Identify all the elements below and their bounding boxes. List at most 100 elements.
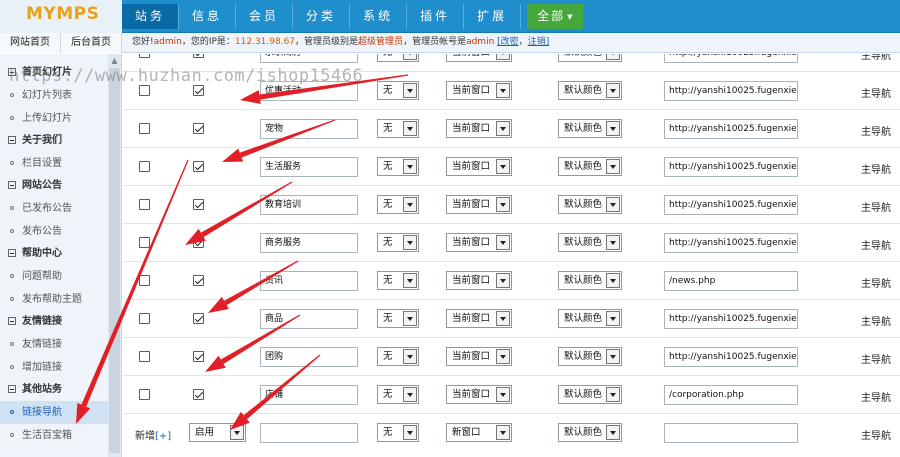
subtab-0[interactable]: 网站首页	[0, 33, 61, 53]
row-select-checkbox[interactable]	[139, 85, 150, 96]
link-url-input[interactable]: http://yanshi10025.fugenxie	[664, 157, 798, 177]
new-link-url-input[interactable]	[664, 423, 798, 443]
color-select[interactable]: 默认颜色	[558, 347, 622, 366]
sidebar-item[interactable]: 增加链接	[0, 356, 108, 379]
sidebar-group[interactable]: 其他站务	[0, 379, 108, 401]
link-url-input[interactable]: http://yanshi10025.fugenxie	[664, 233, 798, 253]
nav-all-button[interactable]: 全部 ▼	[527, 4, 583, 29]
link-name-input[interactable]: 宠物	[260, 119, 358, 139]
color-select[interactable]: 默认颜色	[558, 81, 622, 100]
nav-tab-1[interactable]: 信息	[179, 4, 237, 29]
row-select-checkbox[interactable]	[139, 389, 150, 400]
scrollbar-thumb[interactable]	[109, 68, 120, 453]
target-window-select[interactable]: 当前窗口	[446, 347, 512, 366]
new-color-select[interactable]: 默认颜色	[558, 423, 622, 442]
link-url-input[interactable]: /news.php	[664, 271, 798, 291]
target-window-select[interactable]: 当前窗口	[446, 233, 512, 252]
row-display-checkbox[interactable]	[193, 275, 204, 286]
link-name-input[interactable]: 教育培训	[260, 195, 358, 215]
open-style-select[interactable]: 无	[377, 81, 419, 100]
sidebar-item[interactable]: 已发布公告	[0, 197, 108, 220]
row-select-checkbox[interactable]	[139, 237, 150, 248]
link-url-input[interactable]: http://yanshi10025.fugenxie	[664, 195, 798, 215]
row-display-checkbox[interactable]	[193, 161, 204, 172]
nav-tab-0[interactable]: 站务	[122, 4, 180, 29]
link-name-input[interactable]: 商品	[260, 309, 358, 329]
open-style-select[interactable]: 无	[377, 119, 419, 138]
target-window-select[interactable]: 当前窗口	[446, 119, 512, 138]
row-display-checkbox[interactable]	[193, 313, 204, 324]
color-select[interactable]: 默认颜色	[558, 309, 622, 328]
row-select-checkbox[interactable]	[139, 313, 150, 324]
sidebar-group[interactable]: 帮助中心	[0, 243, 108, 265]
open-style-select[interactable]: 无	[377, 271, 419, 290]
sidebar-item[interactable]: 栏目设置	[0, 152, 108, 175]
new-link-name-input[interactable]	[260, 423, 358, 443]
color-select[interactable]: 默认颜色	[558, 385, 622, 404]
target-window-select[interactable]: 当前窗口	[446, 271, 512, 290]
row-display-checkbox[interactable]	[193, 389, 204, 400]
row-select-checkbox[interactable]	[139, 351, 150, 362]
sidebar-scrollbar[interactable]: ▲	[108, 54, 121, 457]
new-open-style-select[interactable]: 无	[377, 423, 419, 442]
sidebar-item[interactable]: 发布帮助主题	[0, 288, 108, 311]
row-display-checkbox[interactable]	[193, 199, 204, 210]
status-select[interactable]: 启用	[189, 423, 246, 442]
target-window-select[interactable]: 当前窗口	[446, 54, 512, 62]
link-url-input[interactable]: http://yanshi10025.fugenxie	[664, 54, 798, 63]
color-select[interactable]: 默认颜色	[558, 54, 622, 62]
nav-tab-3[interactable]: 分类	[293, 4, 351, 29]
sidebar-item[interactable]: 幻灯片列表	[0, 84, 108, 107]
nav-tab-6[interactable]: 扩展	[464, 4, 522, 29]
open-style-select[interactable]: 无	[377, 157, 419, 176]
open-style-select[interactable]: 无	[377, 54, 419, 62]
link-name-input[interactable]: 商务服务	[260, 233, 358, 253]
sidebar-group[interactable]: 关于我们	[0, 130, 108, 152]
link-name-input[interactable]: 优惠活动	[260, 81, 358, 101]
sidebar-item[interactable]: 上传幻灯片	[0, 107, 108, 130]
row-display-checkbox[interactable]	[193, 237, 204, 248]
row-display-checkbox[interactable]	[193, 54, 204, 58]
sidebar-group[interactable]: 网站公告	[0, 175, 108, 197]
change-password-link[interactable]: [改密	[497, 37, 519, 47]
open-style-select[interactable]: 无	[377, 347, 419, 366]
row-select-checkbox[interactable]	[139, 123, 150, 134]
target-window-select[interactable]: 当前窗口	[446, 309, 512, 328]
row-display-checkbox[interactable]	[193, 351, 204, 362]
link-url-input[interactable]: http://yanshi10025.fugenxie	[664, 119, 798, 139]
link-name-input[interactable]: 团购	[260, 347, 358, 367]
nav-tab-2[interactable]: 会员	[236, 4, 294, 29]
logout-link[interactable]: 注销]	[528, 37, 550, 47]
new-target-window-select[interactable]: 新窗口	[446, 423, 512, 442]
link-url-input[interactable]: http://yanshi10025.fugenxie	[664, 347, 798, 367]
nav-tab-5[interactable]: 插件	[407, 4, 465, 29]
color-select[interactable]: 默认颜色	[558, 157, 622, 176]
open-style-select[interactable]: 无	[377, 309, 419, 328]
target-window-select[interactable]: 当前窗口	[446, 385, 512, 404]
row-display-checkbox[interactable]	[193, 85, 204, 96]
target-window-select[interactable]: 当前窗口	[446, 157, 512, 176]
link-name-input[interactable]: 生活服务	[260, 157, 358, 177]
open-style-select[interactable]: 无	[377, 385, 419, 404]
link-url-input[interactable]: /corporation.php	[664, 385, 798, 405]
link-name-input[interactable]: 求职简历	[260, 54, 358, 63]
row-select-checkbox[interactable]	[139, 161, 150, 172]
sidebar-item[interactable]: 友情链接	[0, 333, 108, 356]
row-select-checkbox[interactable]	[139, 275, 150, 286]
scroll-up-icon[interactable]: ▲	[108, 54, 121, 68]
sidebar-group[interactable]: 友情链接	[0, 311, 108, 333]
add-new-link[interactable]: 新增[+]	[135, 427, 171, 442]
link-url-input[interactable]: http://yanshi10025.fugenxie	[664, 309, 798, 329]
sidebar-group[interactable]: 首页幻灯片	[0, 62, 108, 84]
target-window-select[interactable]: 当前窗口	[446, 81, 512, 100]
color-select[interactable]: 默认颜色	[558, 119, 622, 138]
color-select[interactable]: 默认颜色	[558, 233, 622, 252]
link-name-input[interactable]: 资讯	[260, 271, 358, 291]
link-name-input[interactable]: 店铺	[260, 385, 358, 405]
color-select[interactable]: 默认颜色	[558, 271, 622, 290]
open-style-select[interactable]: 无	[377, 195, 419, 214]
sidebar-item[interactable]: 问题帮助	[0, 265, 108, 288]
sidebar-item[interactable]: 生活百宝箱	[0, 424, 108, 447]
row-display-checkbox[interactable]	[193, 123, 204, 134]
nav-tab-4[interactable]: 系统	[350, 4, 408, 29]
